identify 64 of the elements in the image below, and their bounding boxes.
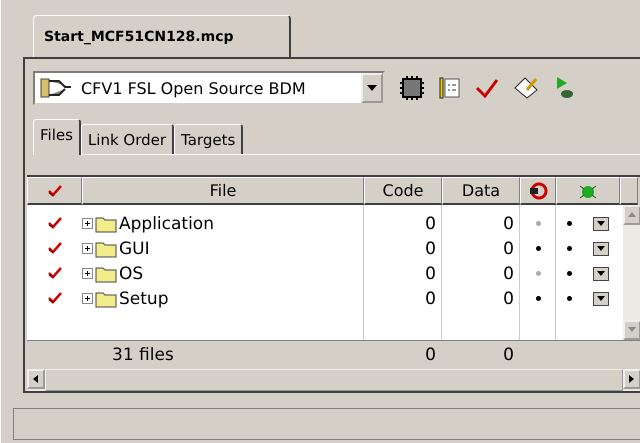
scroll-arrow-icon <box>628 326 636 334</box>
scroll-arrow-icon <box>628 211 636 219</box>
folder-name: Setup <box>119 288 168 308</box>
row-menu-icon[interactable] <box>593 216 610 230</box>
expand-icon[interactable] <box>82 243 93 254</box>
tab[interactable]: Targets <box>174 124 244 154</box>
table-cell-text: 0 <box>502 214 515 234</box>
row-menu-icon[interactable] <box>593 292 610 306</box>
checkmark-icon[interactable] <box>48 216 62 228</box>
folder-name: Application <box>119 214 214 234</box>
status-dot[interactable] <box>566 246 572 251</box>
scroll-arrow-icon <box>32 375 40 383</box>
table-cell-text: 0 <box>502 238 515 258</box>
check-column-header[interactable] <box>27 177 82 205</box>
status-dot[interactable] <box>566 271 572 276</box>
target-column-header[interactable] <box>520 177 556 205</box>
table-cell-text: 0 <box>424 214 437 234</box>
status-dot[interactable] <box>536 221 540 226</box>
target-plug-icon <box>528 182 548 200</box>
table-cell-text: 0 <box>502 264 515 284</box>
row-menu-icon[interactable] <box>593 266 610 280</box>
row-menu-icon[interactable] <box>593 242 610 256</box>
folder-name: GUI <box>119 238 150 258</box>
table-cell-text: 0 <box>424 238 437 258</box>
checkmark-icon[interactable] <box>475 78 499 98</box>
status-dot[interactable] <box>566 296 572 301</box>
code-total: 0 <box>424 345 437 365</box>
folder-icon <box>95 264 117 282</box>
tab[interactable]: Link Order <box>80 124 174 154</box>
eraser-pencil-icon[interactable] <box>513 76 539 100</box>
target-value: CFV1 FSL Open Source BDM <box>81 78 307 98</box>
table-cell-text: 0 <box>424 288 437 308</box>
column-header[interactable]: Data <box>442 177 520 205</box>
tab[interactable]: Files <box>33 119 81 155</box>
folder-icon <box>95 214 117 232</box>
table-cell-text: 0 <box>424 264 437 284</box>
vertical-scrollbar[interactable] <box>623 205 640 340</box>
target-dropdown[interactable]: CFV1 FSL Open Source BDM <box>33 71 385 105</box>
debug-column-header[interactable] <box>556 177 620 205</box>
checkmark-icon[interactable] <box>48 292 62 304</box>
column-header[interactable]: Code <box>364 177 442 205</box>
scroll-arrow-icon <box>628 375 636 383</box>
checkmark-icon[interactable] <box>48 266 62 278</box>
file-count: 31 files <box>111 345 175 365</box>
horizontal-scrollbar[interactable] <box>27 369 640 393</box>
document-tab[interactable]: Start_MCF51CN128.mcp <box>33 15 291 57</box>
status-dot[interactable] <box>536 246 540 251</box>
folder-icon <box>95 290 117 308</box>
folder-name: OS <box>119 264 144 284</box>
settings-sheet-icon[interactable] <box>439 76 461 100</box>
status-dot[interactable] <box>536 296 540 301</box>
checkmark-icon[interactable] <box>48 242 62 254</box>
folder-icon <box>95 240 117 258</box>
data-total: 0 <box>502 345 515 365</box>
chip-icon[interactable] <box>399 75 425 101</box>
status-dot[interactable] <box>566 221 572 226</box>
connector-icon <box>39 77 73 99</box>
status-dot[interactable] <box>536 271 540 276</box>
checkmark-icon <box>48 184 62 196</box>
expand-icon[interactable] <box>82 218 93 229</box>
column-header[interactable]: File <box>82 177 364 205</box>
table-cell-text: 0 <box>502 288 515 308</box>
expand-icon[interactable] <box>82 268 93 279</box>
expand-icon[interactable] <box>82 293 93 304</box>
